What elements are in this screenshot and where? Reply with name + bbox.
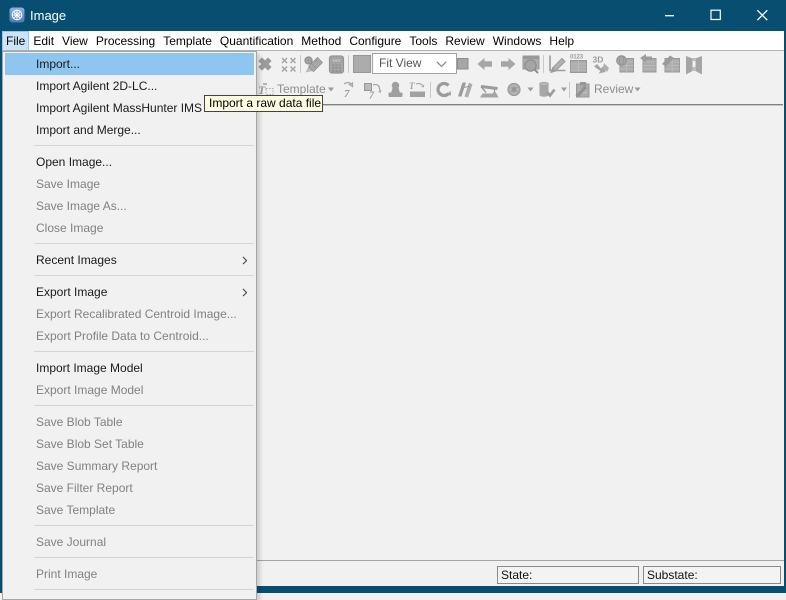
svg-text:7: 7 <box>344 88 350 100</box>
svg-text:0123: 0123 <box>570 54 584 61</box>
svg-text:3D: 3D <box>593 55 604 65</box>
svg-text:7: 7 <box>369 91 375 102</box>
svg-text:T: T <box>409 81 415 91</box>
